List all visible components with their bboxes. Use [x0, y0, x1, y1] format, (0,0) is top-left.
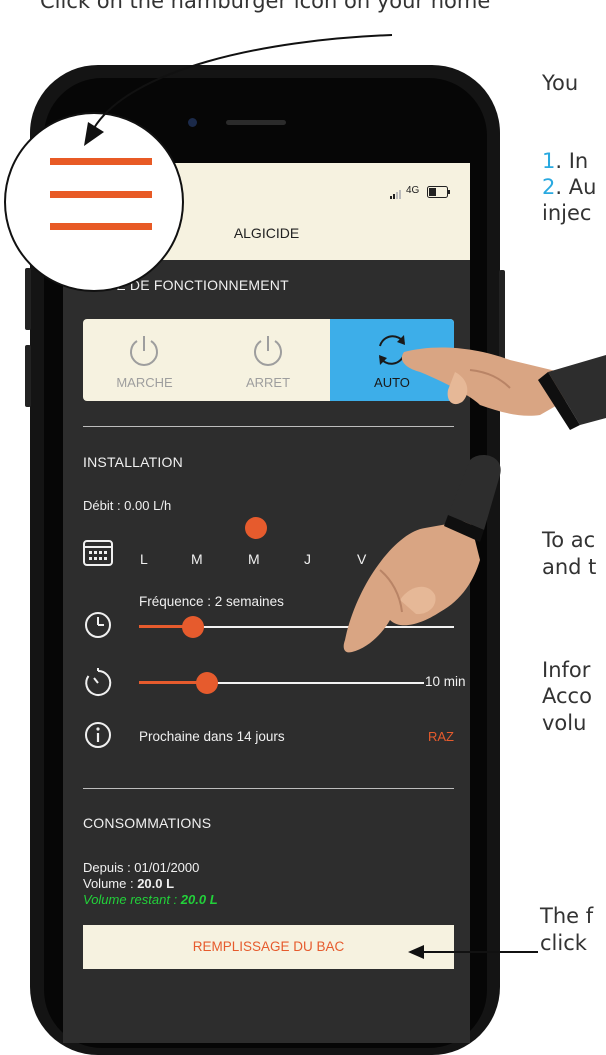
pointing-hand — [343, 455, 501, 653]
arrow-head — [84, 122, 104, 146]
pointing-hand — [401, 347, 606, 430]
curved-arrow — [93, 34, 393, 129]
arrow-head — [408, 945, 424, 959]
callout-arrows — [84, 34, 606, 959]
